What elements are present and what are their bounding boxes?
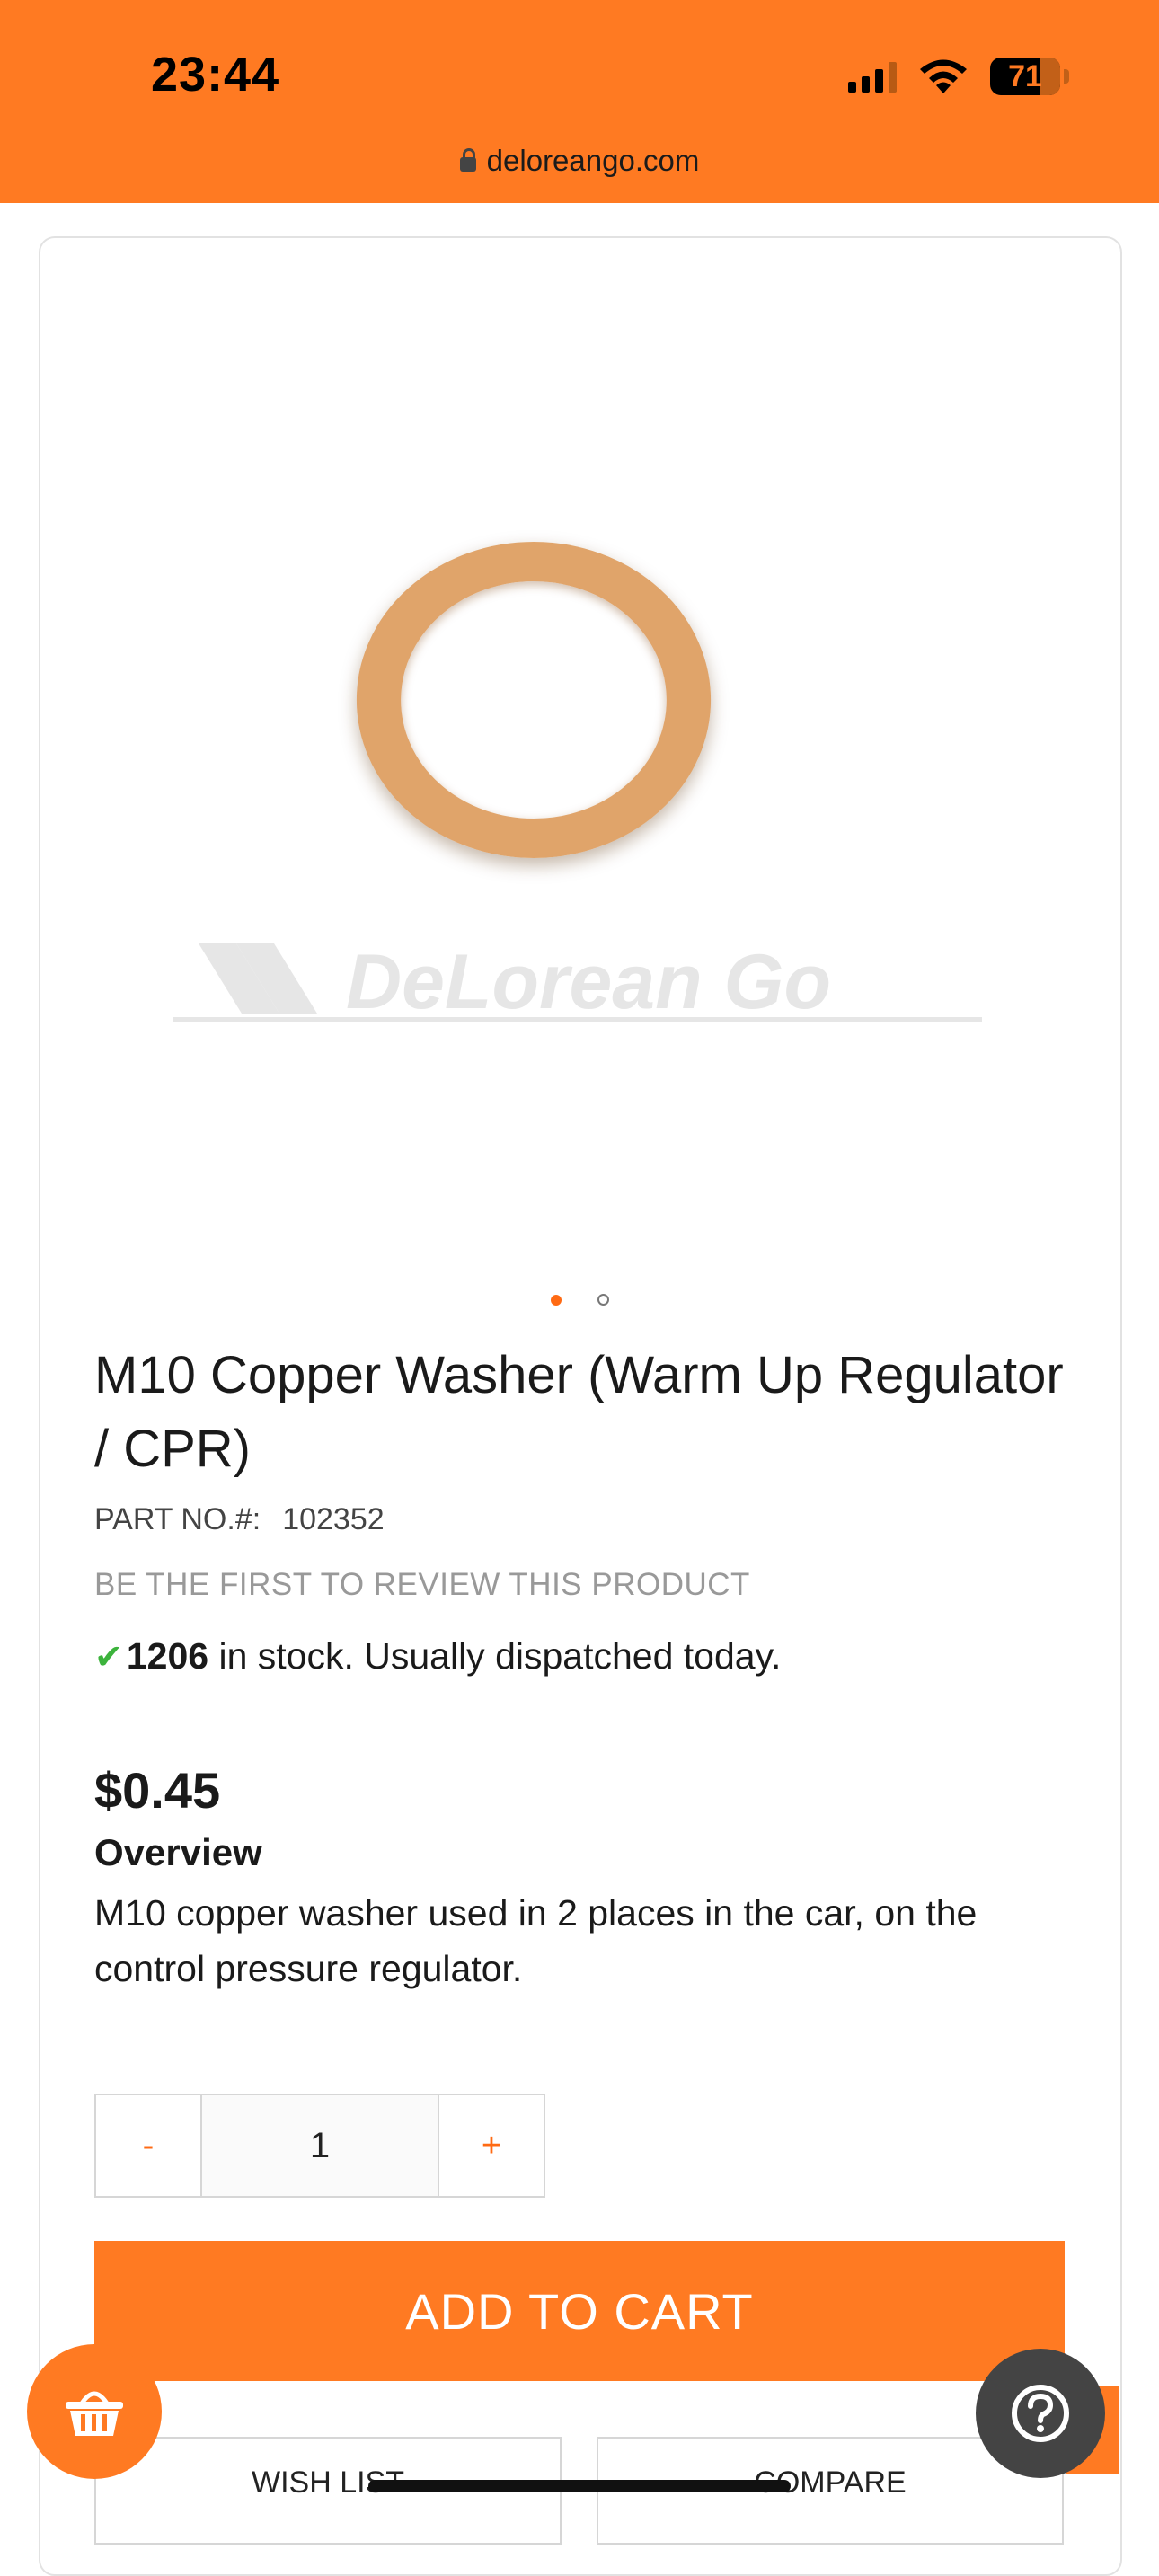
copper-washer-image (356, 542, 712, 858)
basket-icon (66, 2391, 123, 2436)
lock-icon (459, 148, 476, 172)
brand-watermark: DeLorean Go (173, 939, 982, 1022)
quantity-input[interactable]: 1 (200, 2095, 439, 2196)
carousel-dot-2[interactable] (597, 1294, 609, 1306)
question-icon (1012, 2385, 1069, 2442)
product-image[interactable]: DeLorean Go (0, 236, 1159, 1279)
quantity-stepper: - 1 + (94, 2094, 545, 2198)
status-icons: 71 (848, 54, 1069, 99)
url-text: deloreango.com (486, 144, 700, 177)
cellular-signal-icon (848, 60, 897, 93)
wifi-icon (920, 59, 967, 93)
quantity-increase-button[interactable]: + (439, 2095, 544, 2196)
part-number: 102352 (282, 1502, 385, 1536)
overview-text: M10 copper washer used in 2 places in th… (94, 1892, 978, 1989)
status-time: 23:44 (151, 48, 280, 102)
review-link[interactable]: BE THE FIRST TO REVIEW THIS PRODUCT (94, 1567, 750, 1603)
floating-cart-button[interactable] (27, 2344, 162, 2479)
check-icon: ✔ (94, 1639, 123, 1677)
overview-heading: Overview (94, 1831, 262, 1873)
address-bar[interactable]: deloreango.com (0, 144, 1159, 178)
help-widget (976, 2349, 1119, 2483)
add-to-cart-button[interactable]: ADD TO CART (94, 2241, 1065, 2381)
help-button[interactable] (976, 2349, 1105, 2478)
carousel-dot-1[interactable] (550, 1295, 562, 1306)
quantity-decrease-button[interactable]: - (96, 2095, 200, 2196)
home-indicator (368, 2480, 791, 2492)
stock-status: ✔1206 in stock. Usually dispatched today… (94, 1635, 781, 1677)
part-number-row: PART NO.#: 102352 (94, 1502, 385, 1537)
battery-level: 71 (1008, 58, 1042, 93)
product-price: $0.45 (94, 1762, 221, 1819)
part-label: PART NO.#: (94, 1502, 261, 1536)
battery-icon: 71 (990, 58, 1069, 95)
product-title: M10 Copper Washer (Warm Up Regulator / C… (94, 1346, 1064, 1478)
stock-text: in stock. Usually dispatched today. (218, 1635, 782, 1677)
carousel-dots (0, 1294, 1159, 1310)
browser-header: 23:44 71 deloreango.com (0, 0, 1159, 203)
svg-text:DeLorean Go: DeLorean Go (346, 939, 831, 1022)
stock-count: 1206 (126, 1635, 209, 1677)
